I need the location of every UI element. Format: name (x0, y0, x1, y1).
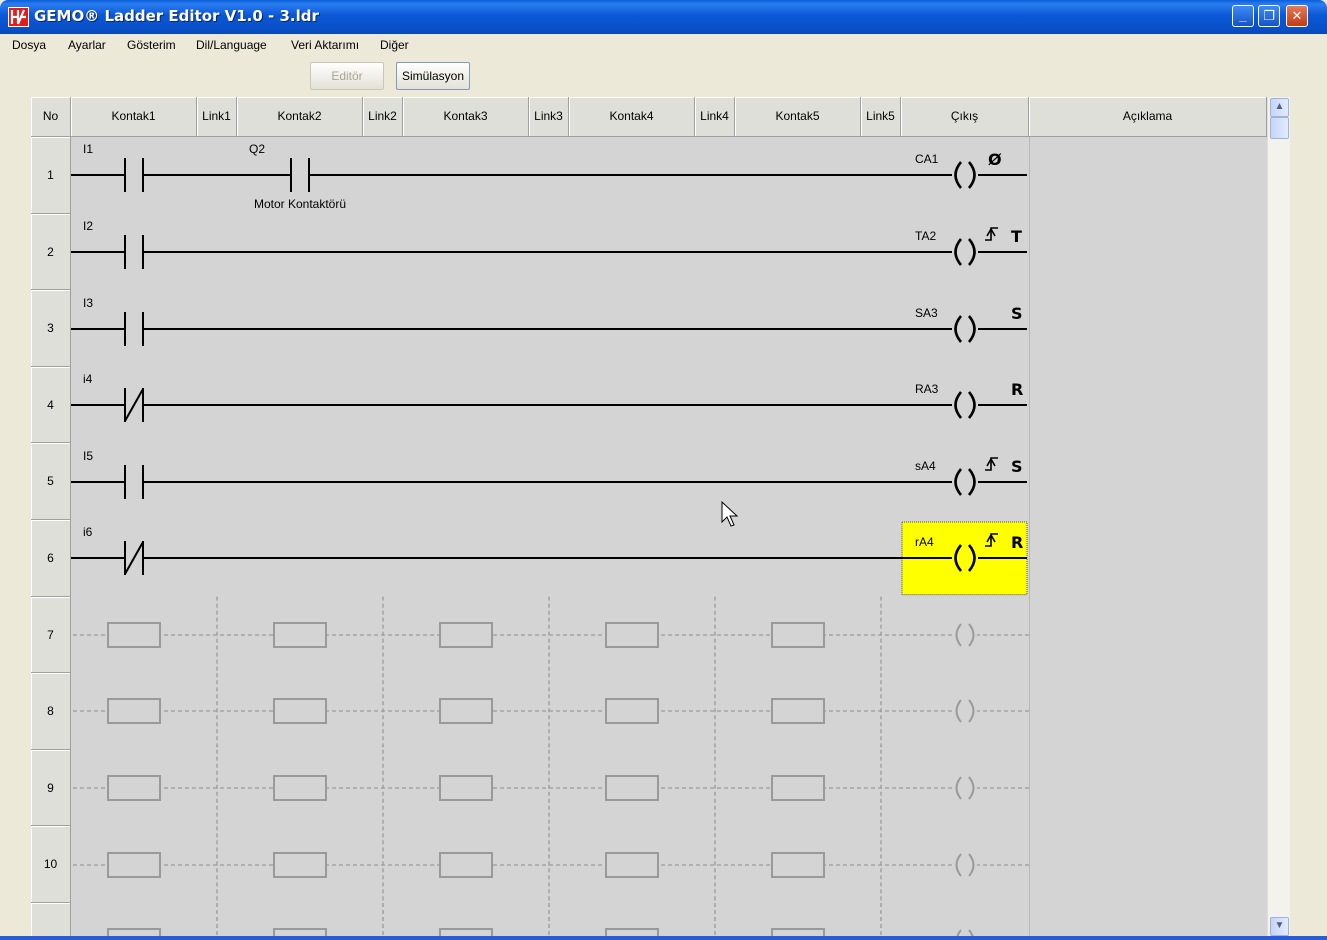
no-contact[interactable]: Q2 Motor Kontaktörü (249, 142, 346, 211)
coil-label: RA3 (915, 382, 939, 396)
empty-contact-slot[interactable] (439, 852, 493, 878)
ladder-diagram[interactable]: I1 Q2 Motor Kontaktörü CA1 Ø I2 TA2 T I3 SA3 Si4 RA… (31, 97, 1029, 940)
simulation-button[interactable]: Simülasyon (396, 62, 470, 90)
empty-rung[interactable] (73, 749, 1029, 827)
contact-label: I2 (83, 219, 93, 233)
coil-modifier: Ø (988, 150, 1002, 169)
rung[interactable]: I5 sA4 S (71, 449, 1027, 500)
rising-edge-icon (985, 457, 998, 471)
minimize-button[interactable]: _ (1232, 5, 1254, 27)
description-column[interactable] (1029, 137, 1267, 940)
rung[interactable]: I2 TA2 T (71, 219, 1027, 270)
empty-contact-slot[interactable] (605, 698, 659, 724)
coil-modifier: S (1011, 304, 1023, 323)
rung[interactable]: i6 rA4 R (71, 521, 1028, 596)
rung[interactable]: i4 RA3 R (71, 372, 1027, 423)
coil-modifier: R (1011, 533, 1023, 552)
empty-contact-slot[interactable] (107, 775, 161, 801)
empty-contact-slot[interactable] (771, 852, 825, 878)
app-logo-icon (8, 7, 29, 27)
empty-contact-slot[interactable] (605, 622, 659, 648)
menu-veri-aktarimi[interactable]: Veri Aktarımı (291, 38, 359, 52)
scroll-up-button[interactable]: ▲ (1270, 98, 1289, 117)
empty-contact-slot[interactable] (439, 698, 493, 724)
coil-label: TA2 (915, 229, 936, 243)
contact-label: I1 (83, 142, 93, 156)
rung[interactable]: I3 SA3 S (71, 296, 1027, 347)
output-coil[interactable]: CA1 Ø (915, 150, 1002, 190)
menu-diger[interactable]: Diğer (380, 38, 409, 52)
output-coil[interactable]: RA3 R (915, 380, 1023, 420)
coil-modifier: R (1011, 380, 1023, 399)
menu-ayarlar[interactable]: Ayarlar (68, 38, 106, 52)
empty-contact-slot[interactable] (439, 775, 493, 801)
contact-label: i6 (83, 525, 93, 539)
header-aciklama[interactable]: Açıklama (1029, 97, 1267, 137)
ladder-grid[interactable]: No Kontak1 Link1 Kontak2 Link2 Kontak3 L… (31, 97, 1267, 940)
contact-comment: Motor Kontaktörü (254, 197, 346, 211)
no-contact[interactable]: I2 (83, 219, 146, 270)
empty-contact-slot[interactable] (107, 622, 161, 648)
restore-button[interactable]: ❐ (1258, 5, 1280, 27)
empty-contact-slot[interactable] (771, 698, 825, 724)
empty-rung[interactable] (73, 596, 1029, 674)
empty-contact-slot[interactable] (273, 775, 327, 801)
empty-rung[interactable] (73, 673, 1029, 750)
empty-contact-slot[interactable] (273, 852, 327, 878)
nc-contact[interactable]: i6 (83, 525, 146, 576)
contact-label: i4 (83, 372, 93, 386)
empty-contact-slot[interactable] (771, 775, 825, 801)
empty-coil-slot[interactable] (953, 776, 977, 800)
nc-contact[interactable]: i4 (83, 372, 146, 423)
coil-label: sA4 (915, 459, 936, 473)
no-contact[interactable]: I5 (83, 449, 146, 500)
empty-contact-slot[interactable] (107, 852, 161, 878)
coil-label: CA1 (915, 152, 939, 166)
contact-label: I3 (83, 296, 93, 310)
editor-button[interactable]: Editör (310, 62, 384, 90)
window-title: GEMO® Ladder Editor V1.0 - 3.ldr (34, 7, 319, 25)
empty-contact-slot[interactable] (771, 622, 825, 648)
output-coil[interactable]: sA4 S (915, 457, 1023, 497)
empty-contact-slot[interactable] (605, 852, 659, 878)
empty-rung[interactable] (73, 826, 1029, 903)
output-coil[interactable]: TA2 T (915, 227, 1022, 267)
coil-label: SA3 (915, 306, 938, 320)
rung[interactable]: I1 Q2 Motor Kontaktörü CA1 Ø (71, 142, 1027, 211)
empty-contact-slot[interactable] (439, 622, 493, 648)
contact-label: I5 (83, 449, 93, 463)
empty-contact-slot[interactable] (273, 698, 327, 724)
vertical-scrollbar[interactable]: ▲ ▼ (1267, 97, 1290, 940)
no-contact[interactable]: I1 (83, 142, 146, 193)
empty-contact-slot[interactable] (273, 622, 327, 648)
coil-label: rA4 (915, 535, 934, 549)
menu-bar: Dosya Ayarlar Gösterim Dil/Language Veri… (0, 34, 1327, 56)
contact-label: Q2 (249, 142, 265, 156)
empty-rung[interactable] (73, 903, 1029, 940)
title-bar: GEMO® Ladder Editor V1.0 - 3.ldr _ ❐ ✕ (0, 0, 1327, 34)
no-contact[interactable]: I3 (83, 296, 146, 347)
coil-modifier: S (1011, 457, 1023, 476)
bottom-border (0, 936, 1327, 940)
menu-language[interactable]: Dil/Language (196, 38, 267, 52)
menu-dosya[interactable]: Dosya (12, 38, 46, 52)
mouse-cursor-icon (721, 500, 739, 527)
close-button[interactable]: ✕ (1286, 5, 1308, 27)
rising-edge-icon (985, 227, 998, 241)
empty-coil-slot[interactable] (953, 853, 977, 877)
scroll-thumb[interactable] (1270, 117, 1289, 139)
empty-contact-slot[interactable] (107, 698, 161, 724)
output-coil[interactable]: SA3 S (915, 304, 1023, 344)
coil-modifier: T (1011, 227, 1022, 246)
scroll-down-button[interactable]: ▼ (1270, 917, 1289, 936)
menu-gosterim[interactable]: Gösterim (127, 38, 176, 52)
empty-coil-slot[interactable] (953, 623, 977, 647)
empty-contact-slot[interactable] (605, 775, 659, 801)
empty-coil-slot[interactable] (953, 699, 977, 723)
